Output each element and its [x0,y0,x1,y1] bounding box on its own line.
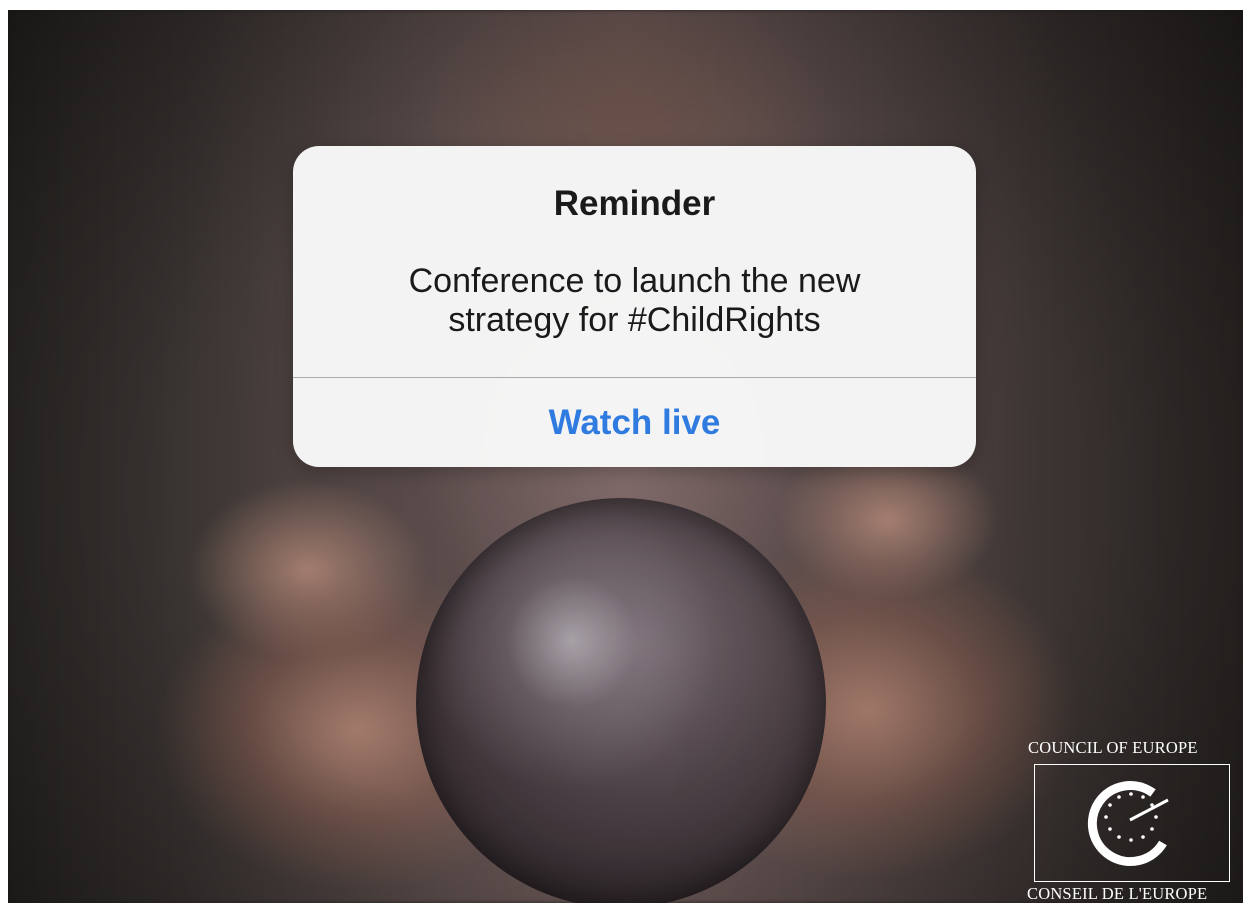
watch-live-button[interactable]: Watch live [293,378,976,467]
reminder-dialog: Reminder Conference to launch the new st… [293,146,976,467]
dialog-title: Reminder [553,184,716,223]
council-of-europe-logo: COUNCIL OF EUROPE CONSEIL DE L'EUROPE [1024,738,1243,903]
logo-top-text: COUNCIL OF EUROPE [1028,738,1198,757]
logo-emblem-box [1034,764,1230,882]
dialog-message: Conference to launch the new strategy fo… [408,262,861,339]
logo-bottom-text: CONSEIL DE L'EUROPE [1027,884,1208,903]
stars-circle-emblem-icon [1087,781,1169,866]
